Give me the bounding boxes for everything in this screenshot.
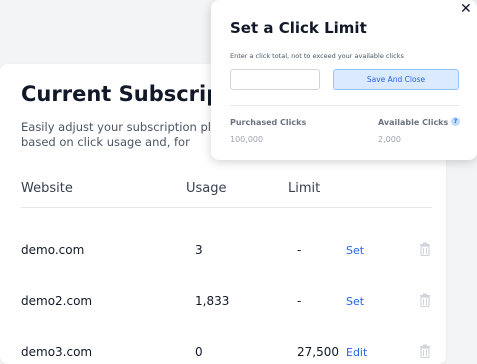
trash-icon[interactable]	[419, 344, 431, 358]
trash-icon[interactable]	[419, 293, 431, 307]
available-clicks-label: Available Clicks	[378, 118, 449, 127]
modal-hint: Enter a click total, not to exceed your …	[230, 52, 404, 60]
row-usage: 3	[195, 243, 203, 257]
modal-title: Set a Click Limit	[230, 19, 367, 37]
row-limit: 27,500	[297, 345, 339, 359]
row-website: demo.com	[21, 243, 85, 257]
table-row: demo3.com 0 27,500 Edit	[0, 344, 446, 364]
set-limit-link[interactable]: Set	[346, 295, 364, 308]
purchased-clicks-value: 100,000	[230, 135, 264, 144]
column-header-website: Website	[21, 181, 73, 196]
row-limit: -	[297, 243, 302, 257]
column-header-usage: Usage	[186, 181, 227, 196]
table-row: demo2.com 1,833 - Set	[0, 293, 446, 314]
set-limit-link[interactable]: Set	[346, 244, 364, 257]
edit-limit-link[interactable]: Edit	[346, 346, 367, 359]
click-limit-input[interactable]	[230, 69, 320, 90]
table-divider	[21, 207, 432, 208]
close-icon[interactable]: ✕	[460, 2, 472, 16]
save-and-close-button[interactable]: Save And Close	[333, 69, 459, 90]
row-website: demo3.com	[21, 345, 93, 359]
row-limit: -	[297, 294, 302, 308]
info-icon[interactable]: ?	[451, 117, 460, 126]
trash-icon[interactable]	[419, 242, 431, 256]
table-row: demo.com 3 - Set	[0, 242, 446, 263]
available-clicks-value: 2,000	[378, 135, 401, 144]
column-header-limit: Limit	[288, 181, 321, 196]
row-usage: 0	[195, 345, 203, 359]
row-usage: 1,833	[195, 294, 230, 308]
set-click-limit-modal: ✕ Set a Click Limit Enter a click total,…	[211, 0, 477, 160]
modal-divider	[230, 105, 459, 106]
row-website: demo2.com	[21, 294, 93, 308]
purchased-clicks-label: Purchased Clicks	[230, 118, 307, 127]
